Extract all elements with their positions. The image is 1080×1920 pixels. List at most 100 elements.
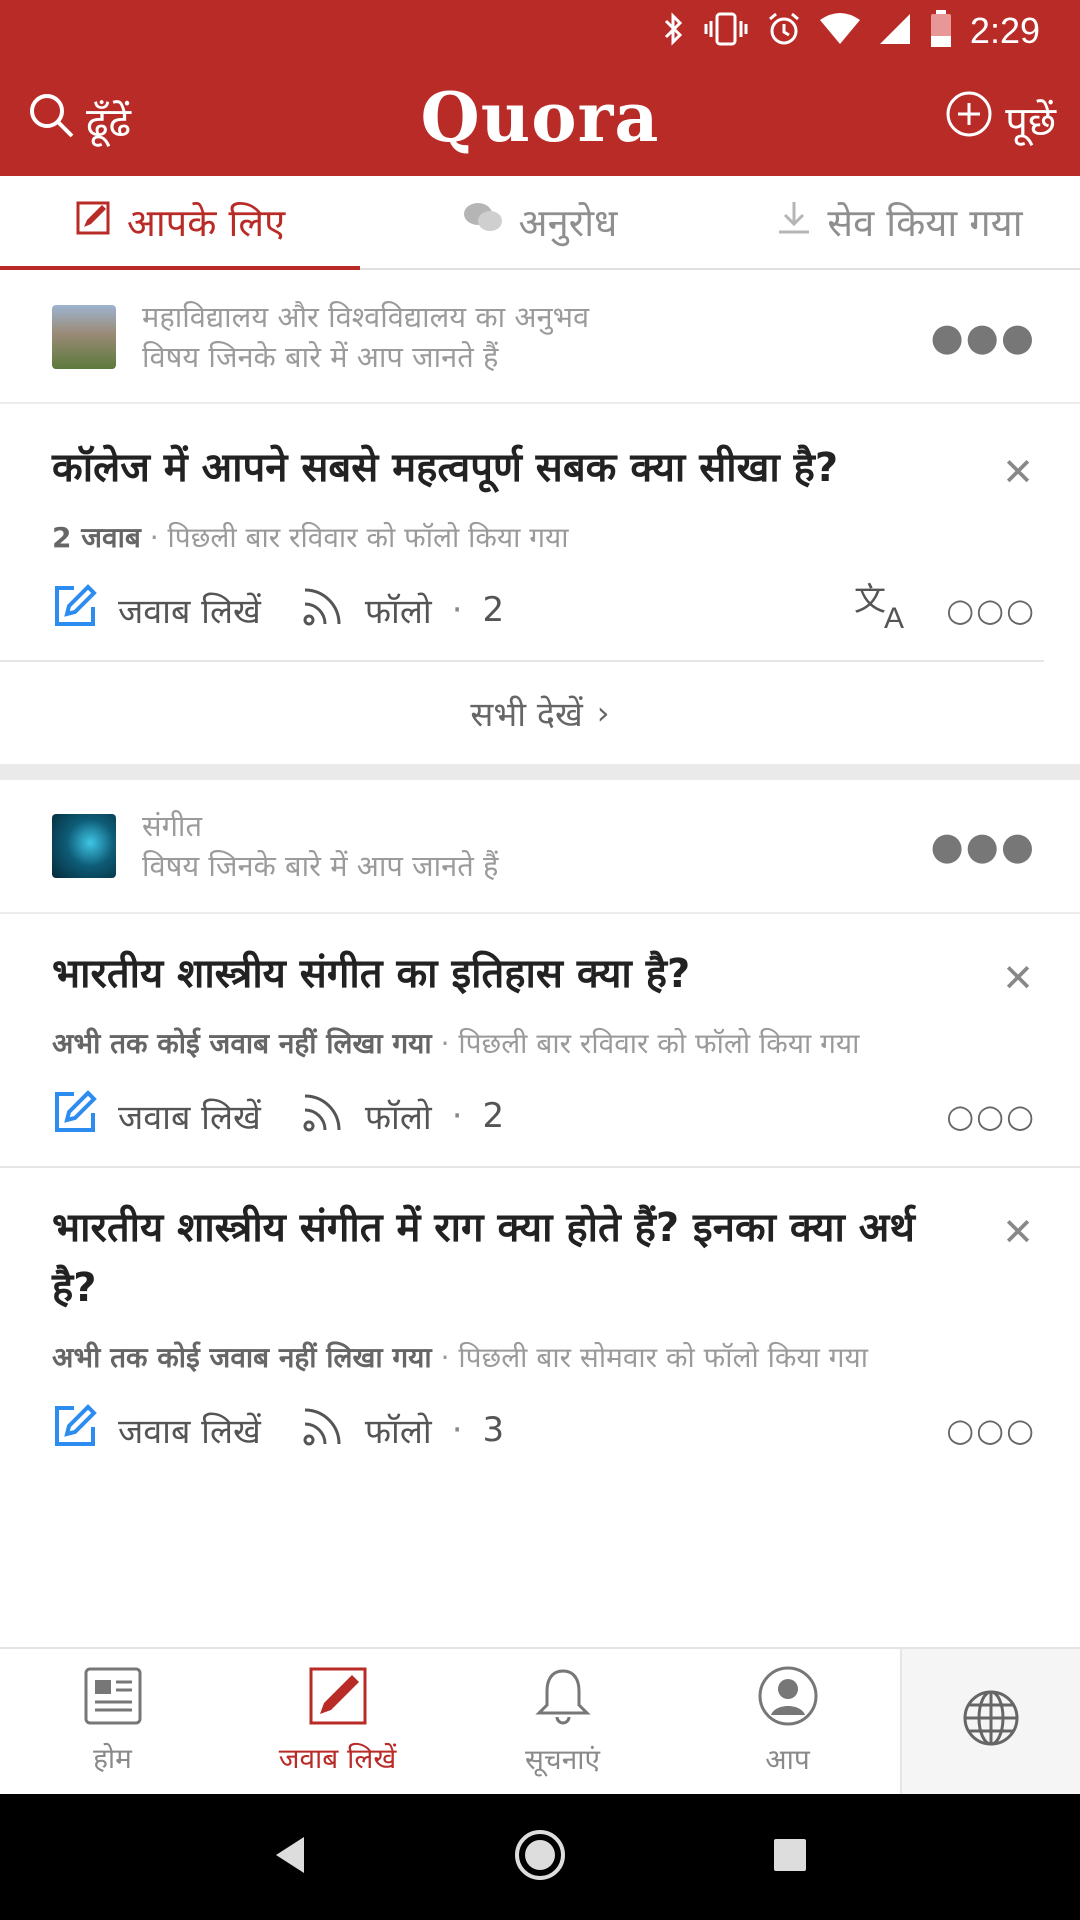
chat-bubbles-icon	[463, 200, 503, 244]
topic-header[interactable]: महाविद्यालय और विश्वविद्यालय का अनुभव वि…	[0, 272, 1080, 404]
globe-icon	[961, 1688, 1021, 1755]
follow-rss-icon	[301, 1090, 345, 1143]
question-actions: जवाब लिखें फॉलो · 2 文A ○○○	[52, 560, 1036, 660]
more-options-icon[interactable]: ○○○	[946, 591, 1036, 629]
see-all-button[interactable]: सभी देखें ›	[0, 662, 1080, 780]
topic-subtitle: विषय जिनके बारे में आप जानते हैं	[142, 340, 499, 374]
question-actions: जवाब लिखें फॉलो · 3 ○○○	[52, 1380, 1036, 1480]
vibrate-icon	[704, 11, 748, 51]
ask-button[interactable]: पूछें	[945, 90, 1056, 148]
follow-count: 3	[482, 1410, 505, 1450]
translate-icon[interactable]: 文A	[854, 580, 914, 641]
feed: महाविद्यालय और विश्वविद्यालय का अनुभव वि…	[0, 272, 1080, 1647]
svg-text:文: 文	[854, 580, 886, 618]
nav-profile[interactable]: आप	[675, 1649, 900, 1794]
signal-icon	[878, 12, 912, 50]
nav-label: होम	[93, 1742, 132, 1775]
more-options-icon[interactable]: ●●●	[931, 315, 1036, 359]
see-all-label: सभी देखें	[470, 695, 583, 735]
news-feed-icon	[83, 1666, 143, 1733]
more-options-icon[interactable]: ○○○	[946, 1411, 1036, 1449]
followed-time: पिछली बार सोमवार को फॉलो किया गया	[458, 1341, 869, 1374]
topic-title: महाविद्यालय और विश्वविद्यालय का अनुभव	[142, 300, 590, 334]
answer-count: अभी तक कोई जवाब नहीं लिखा गया	[52, 1027, 432, 1060]
follow-label: फॉलो	[364, 1412, 432, 1452]
write-answer-button[interactable]: जवाब लिखें	[52, 1089, 261, 1144]
bluetooth-icon	[662, 11, 686, 51]
follow-count: 2	[482, 590, 505, 630]
ask-label: पूछें	[1005, 98, 1056, 145]
question-meta: 2 जवाब · पिछली बार रविवार को फॉलो किया ग…	[52, 521, 569, 554]
tab-for-you[interactable]: आपके लिए	[0, 176, 360, 270]
follow-rss-icon	[301, 1404, 345, 1457]
write-answer-button[interactable]: जवाब लिखें	[52, 583, 261, 638]
question-meta: अभी तक कोई जवाब नहीं लिखा गया · पिछली बा…	[52, 1341, 869, 1374]
topic-header[interactable]: संगीत विषय जिनके बारे में आप जानते हैं ●…	[0, 780, 1080, 914]
followed-time: पिछली बार रविवार को फॉलो किया गया	[458, 1027, 860, 1060]
bell-icon	[533, 1665, 593, 1734]
edit-icon	[52, 1089, 98, 1144]
topic-subtitle: विषय जिनके बारे में आप जानते हैं	[142, 849, 499, 883]
question-title[interactable]: भारतीय शास्त्रीय संगीत में राग क्या होते…	[52, 1198, 1036, 1318]
answer-count: अभी तक कोई जवाब नहीं लिखा गया	[52, 1341, 432, 1374]
nav-answer[interactable]: जवाब लिखें	[225, 1649, 450, 1794]
alarm-icon	[766, 11, 802, 51]
home-circle-icon[interactable]	[513, 1828, 567, 1886]
close-icon[interactable]: ✕	[1002, 1210, 1034, 1254]
question-actions: जवाब लिखें फॉलो · 2 ○○○	[52, 1066, 1036, 1166]
question-card: भारतीय शास्त्रीय संगीत में राग क्या होते…	[0, 1168, 1080, 1480]
bottom-nav: होम जवाब लिखें सूचनाएं आप	[0, 1647, 1080, 1794]
tab-bar: आपके लिए अनुरोध सेव किया गया	[0, 176, 1080, 270]
nav-label: जवाब लिखें	[278, 1742, 397, 1775]
follow-button[interactable]: फॉलो · 2	[301, 584, 504, 637]
edit-icon	[52, 583, 98, 638]
question-title[interactable]: कॉलेज में आपने सबसे महत्वपूर्ण सबक क्या …	[52, 438, 1036, 498]
write-answer-label: जवाब लिखें	[118, 1098, 261, 1138]
topic-thumbnail	[52, 305, 116, 369]
tab-label: अनुरोध	[518, 201, 618, 245]
close-icon[interactable]: ✕	[1002, 450, 1034, 494]
wifi-icon	[819, 12, 860, 50]
back-icon[interactable]	[272, 1835, 308, 1879]
svg-text:A: A	[884, 602, 904, 632]
follow-label: फॉलो	[364, 1098, 432, 1138]
close-icon[interactable]: ✕	[1002, 956, 1034, 1000]
nav-notifications[interactable]: सूचनाएं	[450, 1649, 675, 1794]
more-options-icon[interactable]: ●●●	[931, 824, 1036, 868]
tab-requests[interactable]: अनुरोध	[360, 176, 720, 268]
pencil-icon	[75, 200, 111, 245]
answer-count: 2 जवाब	[52, 521, 141, 554]
more-options-icon[interactable]: ○○○	[946, 1097, 1036, 1135]
question-card: कॉलेज में आपने सबसे महत्वपूर्ण सबक क्या …	[0, 408, 1080, 660]
nav-home[interactable]: होम	[0, 1649, 225, 1794]
question-title[interactable]: भारतीय शास्त्रीय संगीत का इतिहास क्या है…	[52, 944, 1036, 1004]
plus-circle-icon	[945, 90, 993, 148]
app-bar: ढूँढें Quora पूछें	[0, 64, 1080, 176]
download-icon	[777, 200, 811, 245]
follow-rss-icon	[301, 584, 345, 637]
follow-label: फॉलो	[364, 592, 432, 632]
nav-label: सूचनाएं	[525, 1743, 600, 1776]
question-card: भारतीय शास्त्रीय संगीत का इतिहास क्या है…	[0, 914, 1080, 1168]
tab-label: आपके लिए	[126, 201, 286, 245]
system-nav-bar	[0, 1794, 1080, 1920]
write-answer-label: जवाब लिखें	[118, 592, 261, 632]
status-bar: 2:29	[0, 0, 1080, 64]
follow-button[interactable]: फॉलो · 3	[301, 1404, 504, 1457]
topic-thumbnail	[52, 814, 116, 878]
nav-language[interactable]	[900, 1649, 1080, 1794]
follow-button[interactable]: फॉलो · 2	[301, 1090, 504, 1143]
topic-title: संगीत	[142, 809, 202, 843]
write-answer-button[interactable]: जवाब लिखें	[52, 1403, 261, 1458]
pencil-icon	[308, 1666, 368, 1733]
nav-label: आप	[765, 1743, 810, 1776]
clock: 2:29	[969, 10, 1040, 51]
battery-icon	[930, 10, 952, 52]
question-meta: अभी तक कोई जवाब नहीं लिखा गया · पिछली बा…	[52, 1027, 860, 1060]
chevron-right-icon: ›	[596, 694, 610, 732]
avatar-icon	[757, 1665, 819, 1734]
tab-saved[interactable]: सेव किया गया	[720, 176, 1080, 268]
recents-icon[interactable]	[772, 1837, 808, 1877]
tab-label: सेव किया गया	[827, 201, 1023, 245]
followed-time: पिछली बार रविवार को फॉलो किया गया	[167, 521, 569, 554]
